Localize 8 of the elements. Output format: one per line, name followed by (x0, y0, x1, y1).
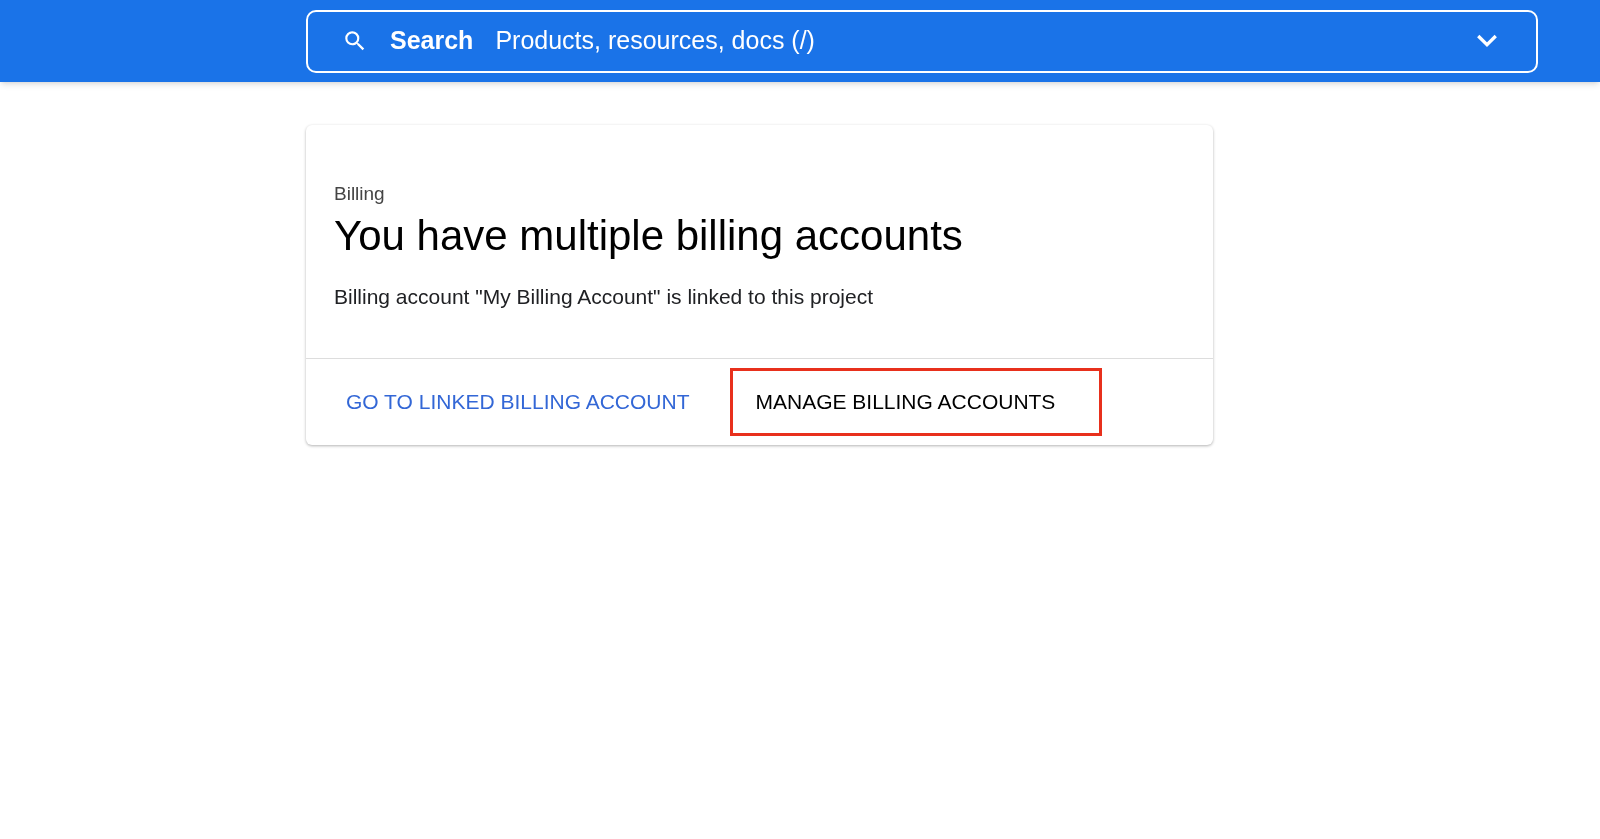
link-button[interactable]: GO TO LINKED BILLING ACCOUNT (321, 368, 715, 436)
search-input[interactable]: Products, resources, docs (/) (495, 22, 1472, 60)
card-title: You have multiple billing accounts (334, 210, 964, 261)
card-eyebrow: Billing (334, 182, 386, 206)
card-body: Billing account "My Billing Account" is linked to this project (334, 283, 874, 310)
search-label: Search (390, 25, 474, 57)
text-button[interactable]: MANAGE BILLING ACCOUNTS (730, 368, 1103, 436)
search-field[interactable]: Search Products, resources, docs (/) (306, 9, 1538, 73)
